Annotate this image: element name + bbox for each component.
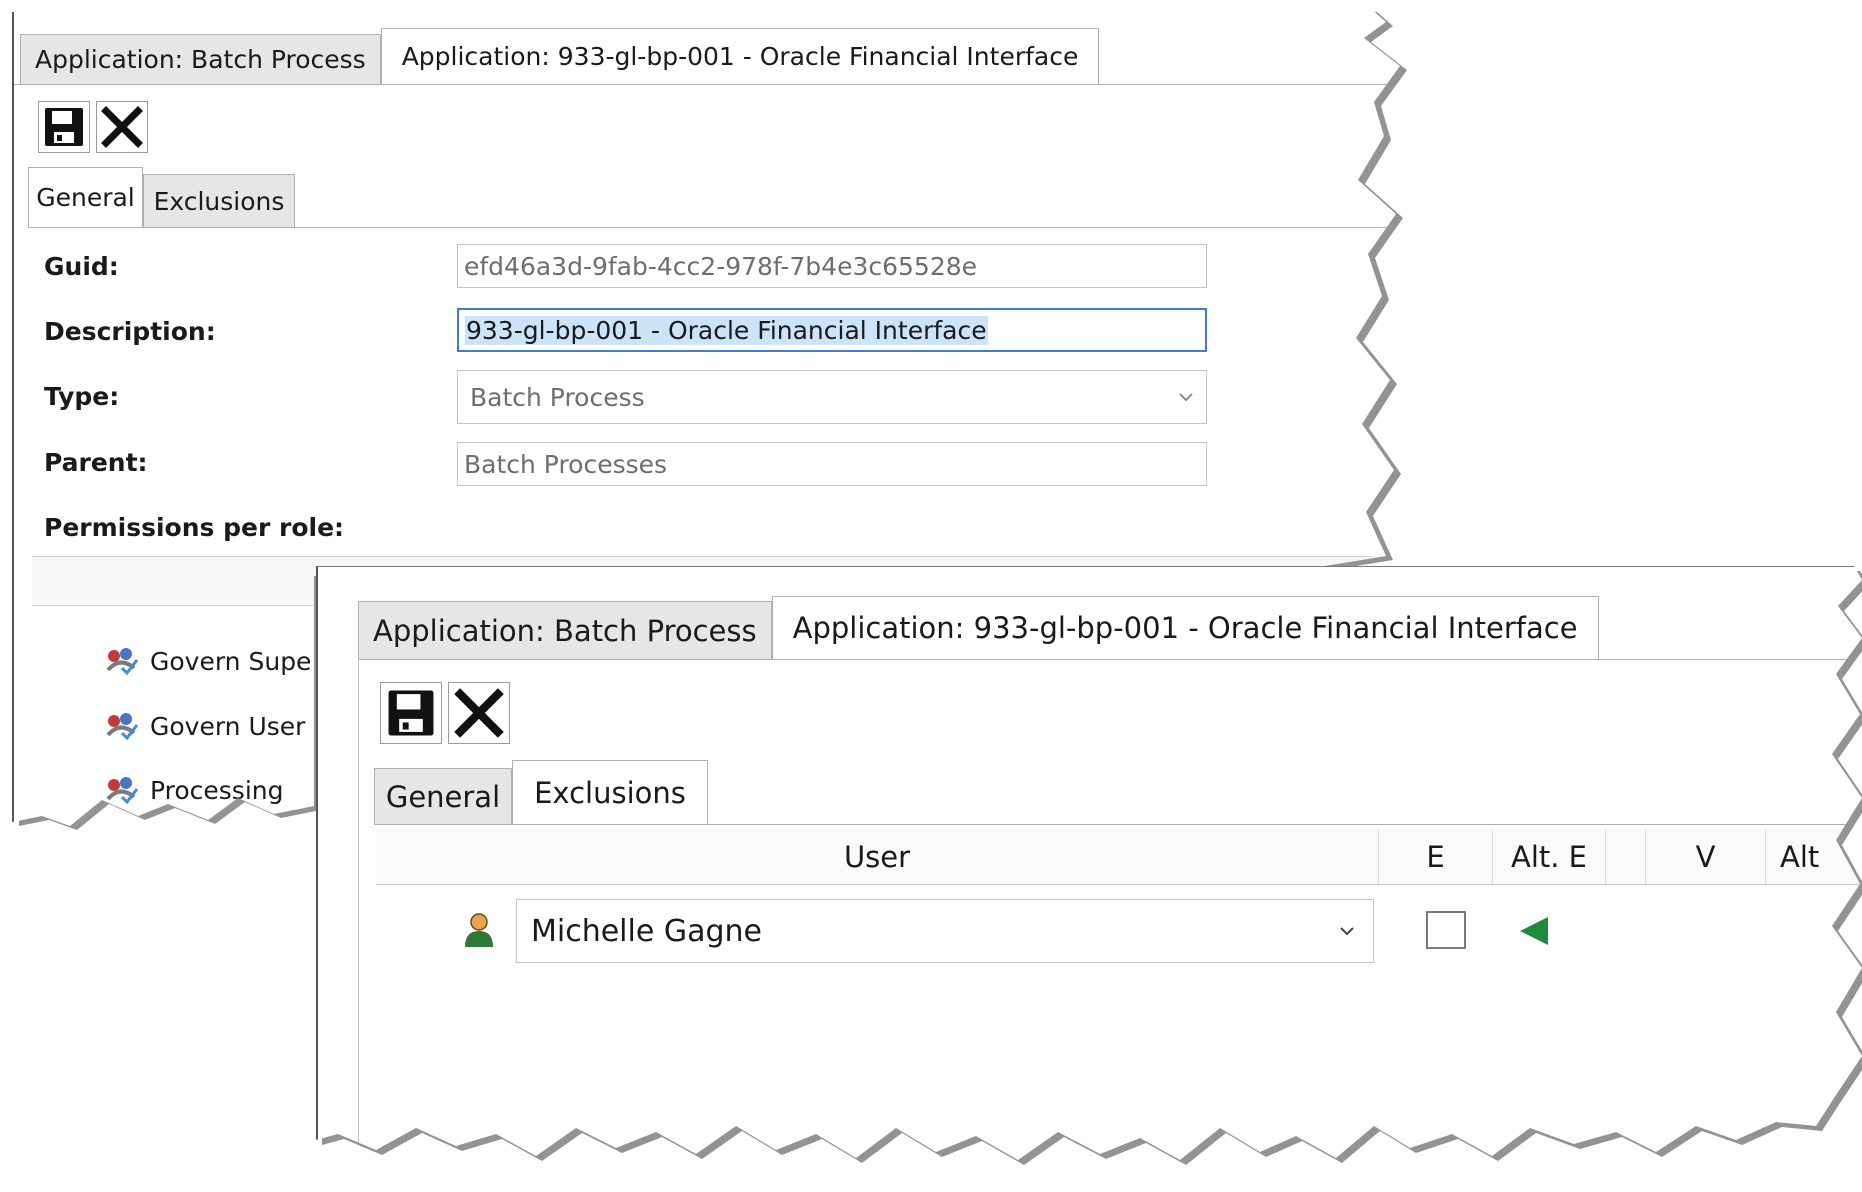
user-select-value: Michelle Gagne	[531, 913, 762, 949]
guid-value: efd46a3d-9fab-4cc2-978f-7b4e3c65528e	[464, 251, 978, 281]
tab-application-oracle-financial-interface[interactable]: Application: 933-gl-bp-001 - Oracle Fina…	[771, 596, 1599, 659]
save-button[interactable]	[380, 682, 442, 744]
column-label: User	[843, 839, 911, 874]
parent-field[interactable]: Batch Processes	[457, 442, 1207, 486]
role-item-processing[interactable]: Processing	[104, 775, 284, 805]
guid-label: Guid:	[44, 252, 119, 281]
green-left-arrow-icon[interactable]	[1518, 915, 1550, 947]
tab-label: Application: Batch Process	[35, 45, 366, 74]
application-tab-strip: Application: Batch Process Application: …	[20, 28, 1100, 84]
subtab-exclusions[interactable]: Exclusions	[512, 760, 708, 824]
application-tab-strip: Application: Batch Process Application: …	[358, 596, 1599, 659]
exclusion-row: Michelle Gagne	[376, 885, 1862, 965]
application-window-exclusions: Application: Batch Process Application: …	[316, 566, 1862, 1160]
close-x-icon	[454, 688, 504, 738]
type-value: Batch Process	[470, 382, 645, 412]
close-button[interactable]	[448, 682, 510, 744]
role-item-govern-user[interactable]: Govern User	[104, 711, 305, 741]
parent-value: Batch Processes	[464, 449, 668, 479]
permissions-per-role-label: Permissions per role:	[44, 513, 345, 542]
column-header-spacer	[1606, 829, 1646, 884]
tab-label: Application: 933-gl-bp-001 - Oracle Fina…	[792, 611, 1578, 645]
tab-strip-divider	[358, 659, 1858, 660]
subtab-label: Exclusions	[153, 186, 285, 216]
role-label: Govern Supe	[150, 646, 312, 676]
subtab-divider	[374, 824, 1854, 825]
column-label: Alt	[1780, 839, 1820, 874]
chevron-down-icon	[1340, 927, 1354, 936]
column-header-e[interactable]: E	[1379, 829, 1493, 884]
role-item-govern-super[interactable]: Govern Supe	[104, 646, 311, 676]
description-label: Description:	[44, 317, 216, 346]
subtab-label: General	[385, 779, 501, 814]
column-header-user[interactable]: User	[376, 829, 1379, 884]
role-label: Govern User	[150, 711, 306, 741]
close-button[interactable]	[96, 101, 148, 153]
user-select-dropdown[interactable]: Michelle Gagne	[516, 899, 1374, 963]
tab-label: Application: 933-gl-bp-001 - Oracle Fina…	[401, 42, 1079, 71]
tab-application-batch-process[interactable]: Application: Batch Process	[358, 601, 772, 659]
description-value: 933-gl-bp-001 - Oracle Financial Interfa…	[465, 315, 988, 345]
subtab-label: General	[36, 183, 135, 212]
column-header-v[interactable]: V	[1646, 829, 1766, 884]
role-group-icon	[106, 648, 139, 676]
subtab-label: Exclusions	[534, 775, 686, 810]
tab-strip-divider	[14, 84, 1400, 85]
subtab-general[interactable]: General	[28, 167, 143, 227]
user-person-icon	[465, 913, 493, 947]
exclusions-grid-header: User E Alt. E V Alt	[376, 829, 1862, 885]
subtab-exclusions[interactable]: Exclusions	[143, 174, 295, 227]
exclude-e-checkbox[interactable]	[1426, 911, 1466, 949]
subtab-general[interactable]: General	[374, 768, 512, 824]
role-group-icon	[106, 777, 139, 805]
floppy-disk-icon	[388, 690, 434, 736]
column-label: V	[1695, 839, 1716, 874]
guid-field[interactable]: efd46a3d-9fab-4cc2-978f-7b4e3c65528e	[457, 244, 1207, 288]
role-label: Processing	[150, 775, 284, 805]
column-label: Alt. E	[1510, 839, 1588, 874]
subtab-divider	[28, 227, 1400, 228]
tab-application-oracle-financial-interface[interactable]: Application: 933-gl-bp-001 - Oracle Fina…	[380, 28, 1100, 84]
type-dropdown[interactable]: Batch Process	[457, 370, 1207, 424]
window-left-border	[358, 659, 359, 1160]
chevron-down-icon	[1179, 393, 1193, 402]
type-label: Type:	[44, 382, 120, 411]
tab-application-batch-process[interactable]: Application: Batch Process	[20, 34, 381, 84]
description-field[interactable]: 933-gl-bp-001 - Oracle Financial Interfa…	[457, 308, 1207, 352]
save-button[interactable]	[38, 101, 90, 153]
column-label: E	[1426, 839, 1445, 874]
column-header-alt-e[interactable]: Alt. E	[1493, 829, 1606, 884]
close-x-icon	[101, 106, 143, 148]
tab-label: Application: Batch Process	[373, 613, 757, 648]
parent-label: Parent:	[44, 448, 148, 477]
floppy-disk-icon	[45, 108, 83, 146]
role-group-icon	[106, 713, 139, 741]
